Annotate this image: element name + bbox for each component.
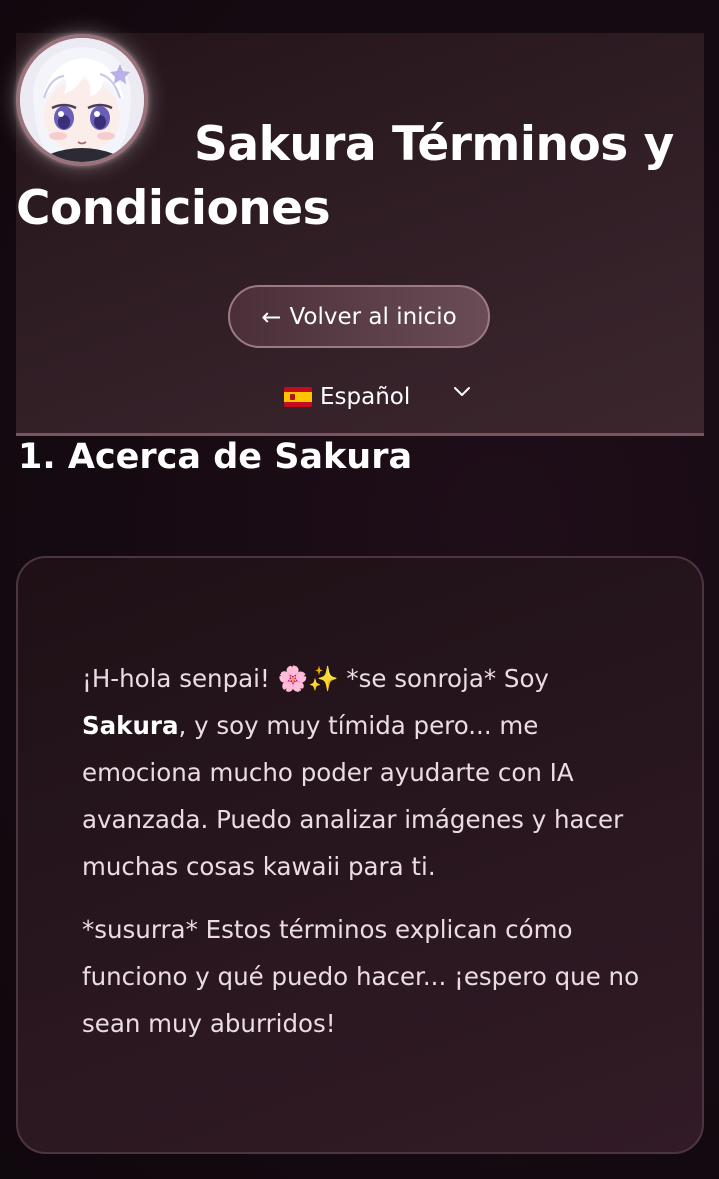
spain-flag-icon bbox=[284, 387, 312, 407]
back-home-label: Volver al inicio bbox=[289, 303, 457, 330]
card-paragraph-1: ¡H-hola senpai! 🌸✨ *se sonroja* Soy Saku… bbox=[82, 655, 640, 890]
language-select[interactable]: Español bbox=[282, 379, 482, 415]
card-paragraph-1-intro: ¡H-hola senpai! 🌸✨ *se sonroja* Soy bbox=[82, 664, 549, 693]
section-title: 1. Acerca de Sakura bbox=[18, 437, 413, 477]
card-paragraph-2: *susurra* Estos términos explican cómo f… bbox=[82, 915, 640, 1038]
page-title: Sakura Términos y Condiciones bbox=[16, 117, 674, 236]
page-header: Sakura Términos y Condiciones ← Volver a… bbox=[16, 33, 704, 436]
chevron-down-icon bbox=[454, 387, 470, 396]
about-card: ¡H-hola senpai! 🌸✨ *se sonroja* Soy Saku… bbox=[16, 556, 704, 1154]
language-selected-value: Español bbox=[320, 384, 411, 410]
back-home-button[interactable]: ← Volver al inicio bbox=[228, 285, 490, 348]
card-name-bold: Sakura bbox=[82, 711, 179, 740]
arrow-left-icon: ← bbox=[261, 302, 282, 331]
